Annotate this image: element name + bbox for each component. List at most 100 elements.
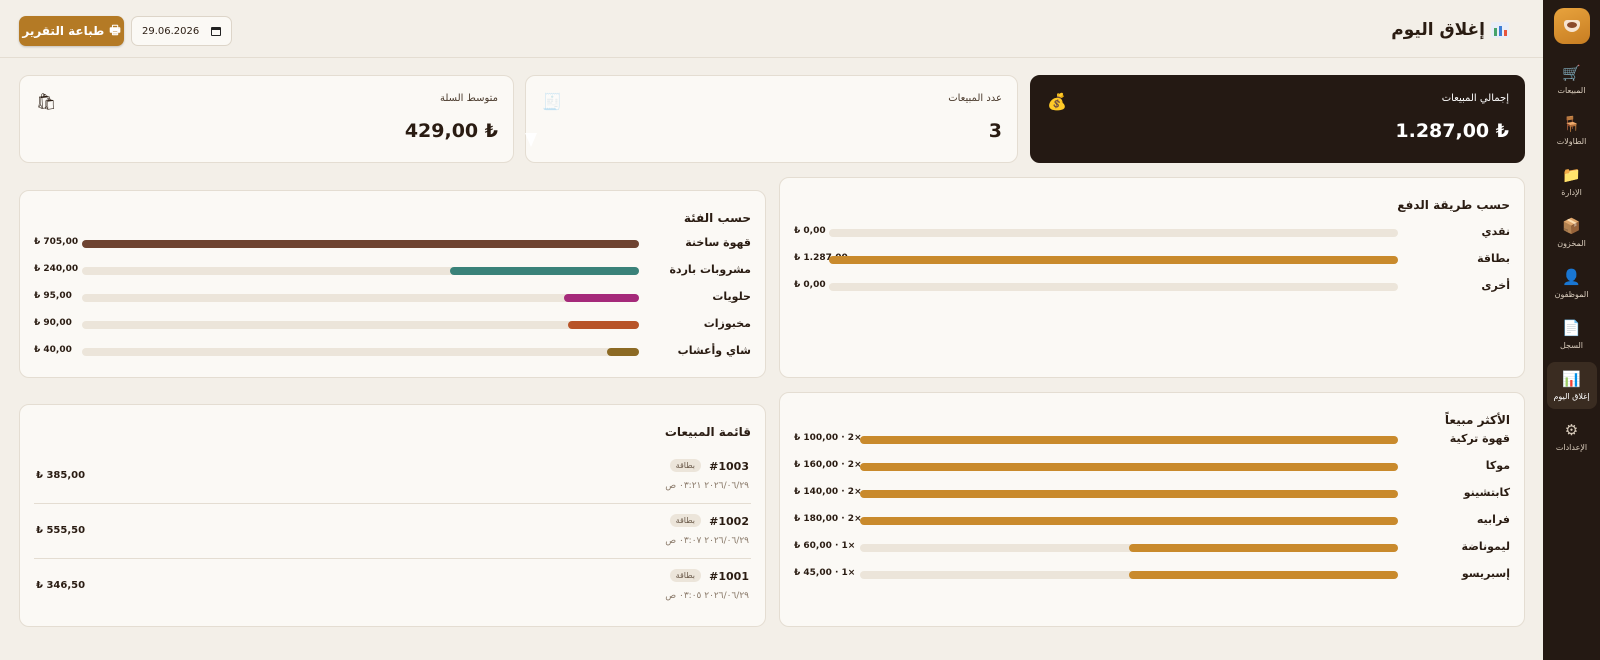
sale-row[interactable]: #1001 بطاقة ٢٠٢٦/٠٦/٢٩ ٠٣:٠٥ ص ₺ 346,50 xyxy=(34,560,751,614)
sales-count-card: عدد المبيعات 3 🧾 xyxy=(525,75,1018,163)
sidebar-item-label: السجل xyxy=(1559,341,1584,350)
sidebar-item-label: الموظفون xyxy=(1554,290,1589,299)
total-sales-card: إجمالي المبيعات ₺ 1.287,00 💰 xyxy=(1030,75,1525,163)
print-report-label: طباعة التقرير xyxy=(22,24,105,38)
tables-icon: 🪑 xyxy=(1562,115,1581,133)
payment-row-label: نقدي xyxy=(1481,225,1510,238)
top-row-label: موكا xyxy=(1485,459,1510,472)
sidebar-item-label: المبيعات xyxy=(1557,86,1586,95)
sale-row[interactable]: #1002 بطاقة ٢٠٢٦/٠٦/٢٩ ٠٣:٠٧ ص ₺ 555,50 xyxy=(34,505,751,559)
sale-id: #1002 xyxy=(709,515,749,528)
top-row-label: إسبريسو xyxy=(1461,567,1510,580)
top-bar-fill xyxy=(860,463,1398,471)
settings-icon: ⚙ xyxy=(1564,421,1579,439)
top-bar-fill xyxy=(1129,544,1398,552)
sidebar-item-settings[interactable]: ⚙ الإعدادات xyxy=(1547,413,1597,460)
top-row-label: قهوة تركية xyxy=(1449,432,1510,445)
category-row-amount: ₺ 95,00 xyxy=(34,291,72,301)
top-bar: إغلاق اليوم 🖶 طباعة التقرير 29.06.2026 xyxy=(0,0,1543,58)
payment-row-amount: ₺ 0,00 xyxy=(794,280,826,290)
sales-count-label: عدد المبيعات xyxy=(948,93,1002,104)
top-bar-fill xyxy=(860,436,1398,444)
payment-method-title: حسب طريقة الدفع xyxy=(1397,198,1510,212)
top-row: إسبريسو ₺ 45,00 · 1× xyxy=(794,566,1510,584)
top-row-amount: ₺ 140,00 · 2× xyxy=(794,487,862,497)
sidebar: 🛒 المبيعات 🪑 الطاولات 📁 الإدارة 📦 المخزون 👤 الموظ… xyxy=(1543,0,1600,660)
payment-row: نقدي ₺ 0,00 xyxy=(794,224,1510,242)
top-row: قهوة تركية ₺ 100,00 · 2× xyxy=(794,431,1510,449)
category-row-amount: ₺ 240,00 xyxy=(34,264,79,274)
sales-icon: 🛒 xyxy=(1562,64,1581,82)
payment-row-label: بطاقة xyxy=(1477,252,1510,265)
payment-bar-fill xyxy=(829,256,1398,264)
money-bag-icon: 💰 xyxy=(1047,92,1067,111)
sidebar-item-tables[interactable]: 🪑 الطاولات xyxy=(1547,107,1597,154)
sidebar-item-staff[interactable]: 👤 الموظفون xyxy=(1547,260,1597,307)
category-row: قهوة ساخنة ₺ 705,00 xyxy=(34,235,751,253)
sidebar-item-day-close[interactable]: 📊 إغلاق اليوم xyxy=(1546,362,1597,409)
category-row-label: قهوة ساخنة xyxy=(685,236,751,249)
payment-bar-track xyxy=(829,283,1398,291)
sidebar-item-inventory[interactable]: 📦 المخزون xyxy=(1547,209,1597,256)
category-bar-track xyxy=(82,267,639,275)
sale-amount: ₺ 385,00 xyxy=(36,470,86,481)
category-bar-track xyxy=(82,294,639,302)
category-bar-track xyxy=(82,321,639,329)
calendar-icon[interactable] xyxy=(211,26,221,36)
chart-icon xyxy=(1491,22,1509,38)
category-row-label: مشروبات باردة xyxy=(669,263,751,276)
avg-basket-label: متوسط السلة xyxy=(439,93,498,104)
avg-basket-value: ₺ 429,00 xyxy=(404,120,498,142)
category-bar-fill xyxy=(82,240,639,248)
category-row: شاي وأعشاب ₺ 40,00 xyxy=(34,343,751,361)
top-row-label: كابتشينو xyxy=(1463,486,1510,499)
shopping-bag-icon: 🛍 xyxy=(36,92,57,111)
date-value: 29.06.2026 xyxy=(142,25,200,37)
top-row-amount: ₺ 45,00 · 1× xyxy=(794,568,856,578)
top-row-amount: ₺ 60,00 · 1× xyxy=(794,541,856,551)
payment-row-label: أخرى xyxy=(1481,279,1510,292)
top-row-amount: ₺ 100,00 · 2× xyxy=(794,433,862,443)
payment-badge: بطاقة xyxy=(669,459,701,472)
top-bar-track xyxy=(860,436,1398,444)
date-input[interactable]: 29.06.2026 xyxy=(131,16,232,46)
sales-list-title: قائمة المبيعات xyxy=(664,425,751,439)
payment-bar-track xyxy=(829,229,1398,237)
payment-bar-track xyxy=(829,256,1398,264)
top-bar-track xyxy=(860,490,1398,498)
category-row: مخبوزات ₺ 90,00 xyxy=(34,316,751,334)
payment-badge: بطاقة xyxy=(669,514,701,527)
day-close-icon: 📊 xyxy=(1562,370,1581,388)
top-bar-fill xyxy=(1129,571,1398,579)
sale-time: ٢٠٢٦/٠٦/٢٩ ٠٣:٢١ ص xyxy=(665,481,749,491)
sale-amount: ₺ 555,50 xyxy=(36,525,86,536)
main-area: إغلاق اليوم 🖶 طباعة التقرير 29.06.2026 إ… xyxy=(0,0,1543,660)
sale-id: #1003 xyxy=(709,460,749,473)
sidebar-item-label: الإعدادات xyxy=(1555,443,1588,452)
printer-icon: 🖶 xyxy=(109,22,121,37)
payment-row-amount: ₺ 0,00 xyxy=(794,226,826,236)
sidebar-item-label: الإدارة xyxy=(1561,188,1582,197)
sidebar-item-management[interactable]: 📁 الإدارة xyxy=(1547,158,1597,205)
category-row-label: حلويات xyxy=(712,290,751,303)
category-bar-fill xyxy=(563,294,639,302)
category-row-amount: ₺ 705,00 xyxy=(34,237,79,247)
category-row-amount: ₺ 90,00 xyxy=(34,318,72,328)
sales-count-value: 3 xyxy=(988,120,1002,142)
top-bar-track xyxy=(860,544,1398,552)
sidebar-item-log[interactable]: 📄 السجل xyxy=(1547,311,1597,358)
top-row-label: ليموناضة xyxy=(1461,540,1510,553)
print-report-button[interactable]: 🖶 طباعة التقرير xyxy=(19,16,124,46)
top-row: فرابيه ₺ 180,00 · 2× xyxy=(794,512,1510,530)
sale-row[interactable]: #1003 بطاقة ٢٠٢٦/٠٦/٢٩ ٠٣:٢١ ص ₺ 385,00 xyxy=(34,450,751,504)
sale-id: #1001 xyxy=(709,570,749,583)
category-title: حسب الفئة xyxy=(683,211,751,225)
category-row-label: مخبوزات xyxy=(703,317,751,330)
category-row: حلويات ₺ 95,00 xyxy=(34,289,751,307)
top-row-amount: ₺ 160,00 · 2× xyxy=(794,460,862,470)
sidebar-item-sales[interactable]: 🛒 المبيعات xyxy=(1547,56,1597,103)
page-title: إغلاق اليوم xyxy=(1391,20,1509,40)
top-bar-track xyxy=(860,571,1398,579)
payment-row: بطاقة ₺ 1.287,00 xyxy=(794,251,1510,269)
category-row-label: شاي وأعشاب xyxy=(677,344,751,357)
